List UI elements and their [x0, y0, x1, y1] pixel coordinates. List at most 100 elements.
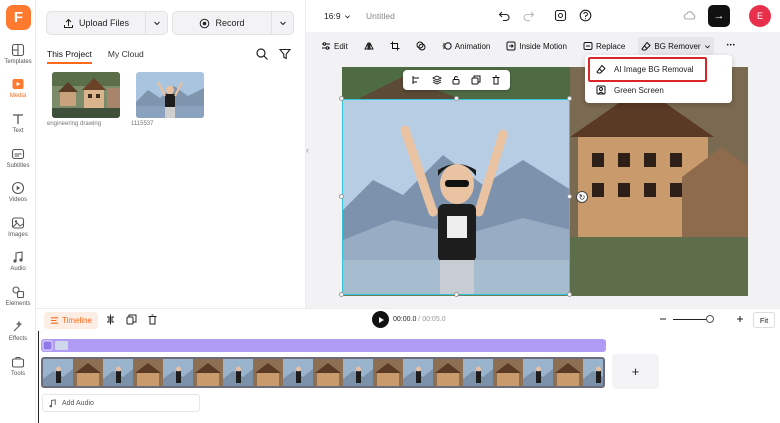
user-avatar[interactable]: E [749, 5, 771, 27]
rail-item-subtitles[interactable]: Subtitles [0, 147, 36, 169]
export-button[interactable]: → [708, 5, 730, 27]
aspect-ratio-select[interactable]: 16:9 [324, 11, 351, 21]
elements-icon [12, 286, 25, 299]
audio-icon [13, 251, 23, 263]
clip-filmstrip [43, 359, 603, 386]
add-clip-button[interactable]: + [612, 354, 659, 389]
rail-item-media[interactable]: Media [0, 77, 36, 99]
person-thumbnail-image [136, 72, 204, 118]
duplicate-icon[interactable] [126, 314, 137, 325]
zoom-out-icon[interactable] [659, 315, 667, 323]
more-options-button[interactable]: ••• [724, 37, 739, 55]
media-caption: 1115537 [131, 121, 154, 127]
screen-capture-icon[interactable] [554, 9, 567, 22]
layers-icon[interactable] [431, 75, 442, 85]
rail-item-tools[interactable]: Tools [0, 355, 36, 377]
crop-button[interactable] [387, 37, 403, 55]
menu-item-label: Green Screen [614, 85, 664, 95]
search-icon[interactable] [255, 47, 269, 61]
play-button[interactable] [372, 311, 389, 328]
resize-handle[interactable] [567, 96, 572, 101]
rail-item-templates[interactable]: Templates [0, 43, 36, 65]
resize-handle[interactable] [454, 96, 459, 101]
crop-icon [390, 41, 400, 51]
resize-handle[interactable] [339, 194, 344, 199]
resize-handle[interactable] [339, 292, 344, 297]
rail-label: Effects [8, 336, 28, 342]
record-label: Record [215, 18, 245, 28]
person-photo [343, 100, 569, 294]
aspect-ratio-value: 16:9 [324, 11, 341, 21]
image-track-clip[interactable] [41, 339, 606, 352]
mask-button[interactable] [413, 37, 429, 55]
track-icons [42, 340, 68, 351]
upload-dropdown-caret[interactable] [145, 12, 167, 34]
delete-icon[interactable] [147, 314, 158, 325]
project-title[interactable]: Untitled [366, 11, 395, 21]
play-icon [378, 316, 384, 323]
rail-item-audio[interactable]: Audio [0, 250, 36, 272]
resize-handle[interactable] [454, 292, 459, 297]
media-thumbnail-engineering-drawing[interactable] [52, 72, 120, 118]
village-thumbnail-image [52, 72, 120, 118]
media-caption: engineering drawing [47, 121, 102, 127]
replace-button[interactable]: Replace [580, 37, 628, 55]
add-audio-button[interactable]: Add Audio [42, 394, 200, 412]
inside-motion-icon [506, 41, 516, 51]
mask-icon [416, 41, 426, 51]
bg-remover-button[interactable]: BG Remover [638, 37, 714, 55]
zoom-slider-handle[interactable] [706, 315, 714, 323]
unlock-icon[interactable] [451, 75, 461, 85]
cloud-sync-icon[interactable] [683, 9, 696, 22]
time-display: 00:00.0 / 00:05.0 [393, 316, 446, 323]
resize-handle[interactable] [567, 194, 572, 199]
align-icon[interactable] [412, 75, 422, 85]
rail-item-videos[interactable]: Videos [0, 181, 36, 203]
filter-icon[interactable] [278, 47, 292, 61]
fit-button[interactable]: Fit [753, 312, 775, 328]
panel-collapse-handle[interactable]: ‹ [306, 145, 312, 161]
edit-button[interactable]: Edit [318, 37, 351, 55]
media-tabs: This Project My Cloud [47, 49, 144, 64]
tab-my-cloud[interactable]: My Cloud [108, 49, 144, 64]
record-main[interactable]: Record [173, 12, 271, 34]
upload-files-button[interactable]: Upload Files [46, 11, 168, 35]
tab-this-project[interactable]: This Project [47, 49, 92, 64]
resize-handle[interactable] [567, 292, 572, 297]
media-thumbnail-1115537[interactable] [136, 72, 204, 118]
rail-item-effects[interactable]: Effects [0, 320, 36, 342]
rotate-handle[interactable]: ↻ [576, 191, 588, 203]
fit-label: Fit [759, 315, 769, 325]
layer-quick-toolbar [403, 70, 510, 90]
split-icon[interactable] [105, 314, 116, 325]
rail-item-images[interactable]: Images [0, 216, 36, 238]
bg-remover-label: BG Remover [654, 41, 701, 51]
inside-motion-button[interactable]: Inside Motion [503, 37, 570, 55]
flip-button[interactable] [361, 37, 377, 55]
rail-label: Text [12, 128, 24, 134]
resize-handle[interactable] [339, 96, 344, 101]
duplicate-icon[interactable] [471, 75, 481, 85]
redo-icon[interactable] [522, 9, 535, 22]
animation-button[interactable]: Animation [439, 37, 494, 55]
video-track-clip[interactable] [41, 357, 605, 388]
effects-icon [13, 320, 23, 332]
menu-item-green-screen[interactable]: Green Screen [585, 80, 732, 100]
timeline-toggle-button[interactable]: Timeline [44, 312, 98, 329]
upload-files-main[interactable]: Upload Files [47, 12, 145, 34]
help-icon[interactable] [579, 9, 592, 22]
avatar-initial: E [756, 11, 763, 21]
text-icon [13, 114, 23, 124]
app-logo[interactable]: F [6, 5, 31, 30]
record-button[interactable]: Record [172, 11, 294, 35]
zoom-in-icon[interactable] [736, 315, 744, 323]
selected-image-layer[interactable] [342, 99, 570, 295]
undo-icon[interactable] [498, 9, 511, 22]
delete-icon[interactable] [491, 75, 501, 85]
rail-item-text[interactable]: Text [0, 112, 36, 134]
rail-label: Images [8, 232, 28, 238]
templates-icon [11, 43, 25, 57]
rail-item-elements[interactable]: Elements [0, 285, 36, 307]
record-dropdown-caret[interactable] [271, 12, 293, 34]
playhead[interactable] [38, 331, 39, 423]
